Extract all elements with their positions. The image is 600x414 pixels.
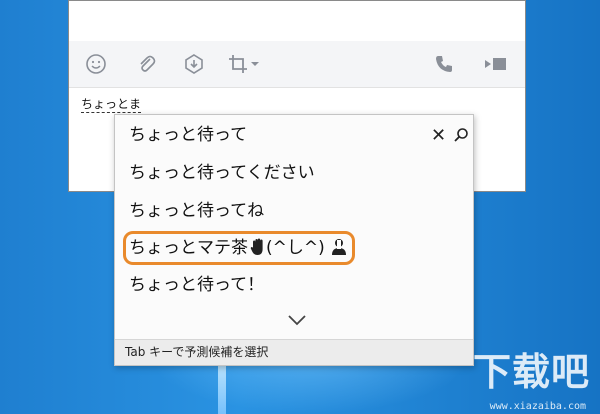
candidate-item[interactable]: ちょっと待ってください xyxy=(129,161,315,185)
ime-candidate-popup: ✕ ちょっと待って ちょっと待ってください ちょっと待ってね ちょっとマテ茶 (^… xyxy=(114,114,474,366)
watermark-url: www.xiazaiba.com xyxy=(489,401,586,412)
raised-hand-icon xyxy=(250,238,266,263)
candidate-item-selected[interactable]: ちょっとマテ茶 (^し^) xyxy=(129,236,347,260)
emoticon-text: (^し^) xyxy=(266,238,325,258)
message-area xyxy=(69,1,525,42)
candidate-footer-hint: Tab キーで予測候補を選択 xyxy=(115,339,473,365)
chevron-down-icon[interactable] xyxy=(287,311,307,330)
search-icon[interactable] xyxy=(453,127,469,147)
compose-input[interactable]: ちょっとま xyxy=(81,97,142,113)
phone-icon[interactable] xyxy=(433,53,455,75)
video-icon[interactable] xyxy=(481,53,511,75)
smiley-icon[interactable] xyxy=(85,53,107,75)
watermark-logo: 下载吧 xyxy=(472,350,590,394)
candidate-item[interactable]: ちょっと待って xyxy=(129,123,247,147)
candidate-item[interactable]: ちょっと待って！ xyxy=(129,273,264,297)
desktop-light-beam xyxy=(218,358,226,414)
chevron-down-icon[interactable] xyxy=(249,53,261,75)
person-icon xyxy=(331,238,347,263)
capture-download-icon[interactable] xyxy=(183,53,205,75)
paperclip-icon[interactable] xyxy=(135,53,157,75)
close-icon[interactable]: ✕ xyxy=(431,125,446,146)
compose-toolbar xyxy=(69,41,525,88)
crop-icon[interactable] xyxy=(227,53,249,75)
candidate-label: ちょっとマテ茶 xyxy=(129,238,248,258)
candidate-item[interactable]: ちょっと待ってね xyxy=(129,199,264,223)
